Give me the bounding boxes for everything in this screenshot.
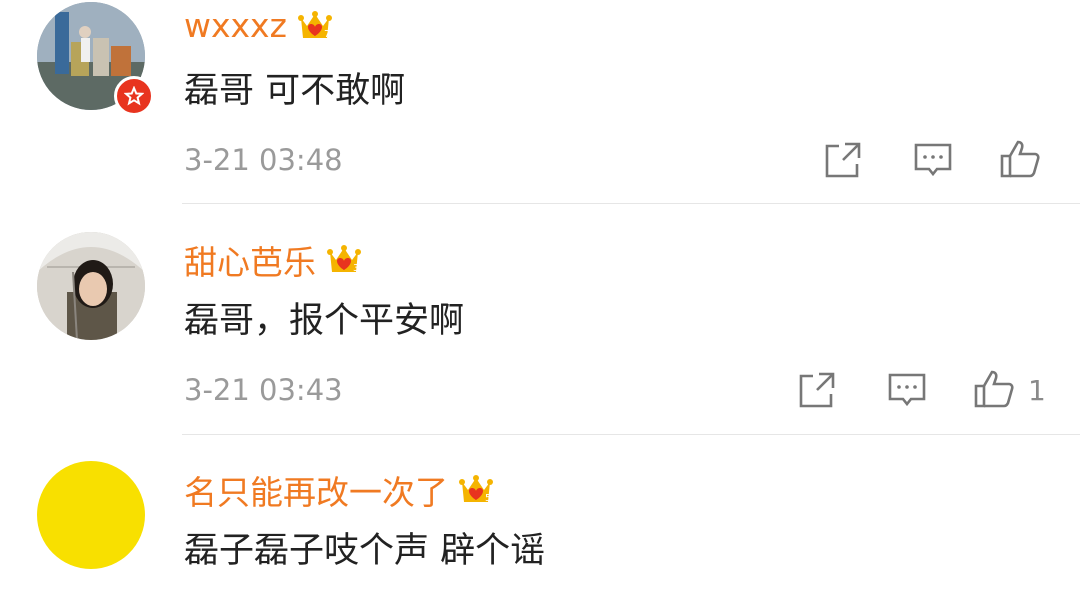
- comment-item: 甜心芭乐 3 磊哥，报个平安啊 3-21 03:43 1: [0, 204, 1080, 434]
- comment-icon[interactable]: [887, 370, 927, 410]
- comment-item: wxxxz 7 磊哥 可不敢啊 3-21 03:48: [0, 0, 1080, 204]
- crown-vip-icon: 5: [458, 472, 494, 508]
- comment-time: 3-21 03:43: [184, 373, 343, 407]
- comment-text: 磊子磊子吱个声 辟个谣: [184, 531, 546, 571]
- crown-level: 7: [324, 29, 330, 40]
- verified-star-badge-icon: [114, 76, 154, 116]
- username-label[interactable]: 名只能再改一次了: [184, 466, 448, 514]
- crown-level: 3: [353, 263, 359, 274]
- crown-vip-icon: 7: [297, 8, 333, 44]
- comment-text: 磊哥，报个平安啊: [184, 301, 465, 341]
- comment-time: 3-21 03:48: [184, 143, 343, 177]
- avatar[interactable]: [37, 232, 145, 340]
- thumbs-up-icon[interactable]: [999, 138, 1040, 178]
- comment-item: 名只能再改一次了 5 磊子磊子吱个声 辟个谣: [0, 434, 1080, 604]
- crown-level: 5: [485, 493, 491, 504]
- avatar-image: [37, 232, 145, 340]
- share-icon[interactable]: [797, 370, 837, 410]
- username[interactable]: 甜心芭乐 3: [184, 236, 362, 284]
- comment-text: 磊哥 可不敢啊: [184, 71, 406, 111]
- crown-vip-icon: 3: [326, 242, 362, 278]
- username[interactable]: wxxxz 7: [184, 6, 333, 45]
- avatar[interactable]: [37, 461, 145, 569]
- comment-icon[interactable]: [913, 140, 953, 180]
- username[interactable]: 名只能再改一次了 5: [184, 466, 494, 514]
- username-label[interactable]: wxxxz: [184, 6, 287, 45]
- thumbs-up-icon[interactable]: [973, 368, 1014, 408]
- username-label[interactable]: 甜心芭乐: [184, 236, 316, 284]
- like-count: 1: [1028, 374, 1046, 407]
- share-icon[interactable]: [823, 140, 863, 180]
